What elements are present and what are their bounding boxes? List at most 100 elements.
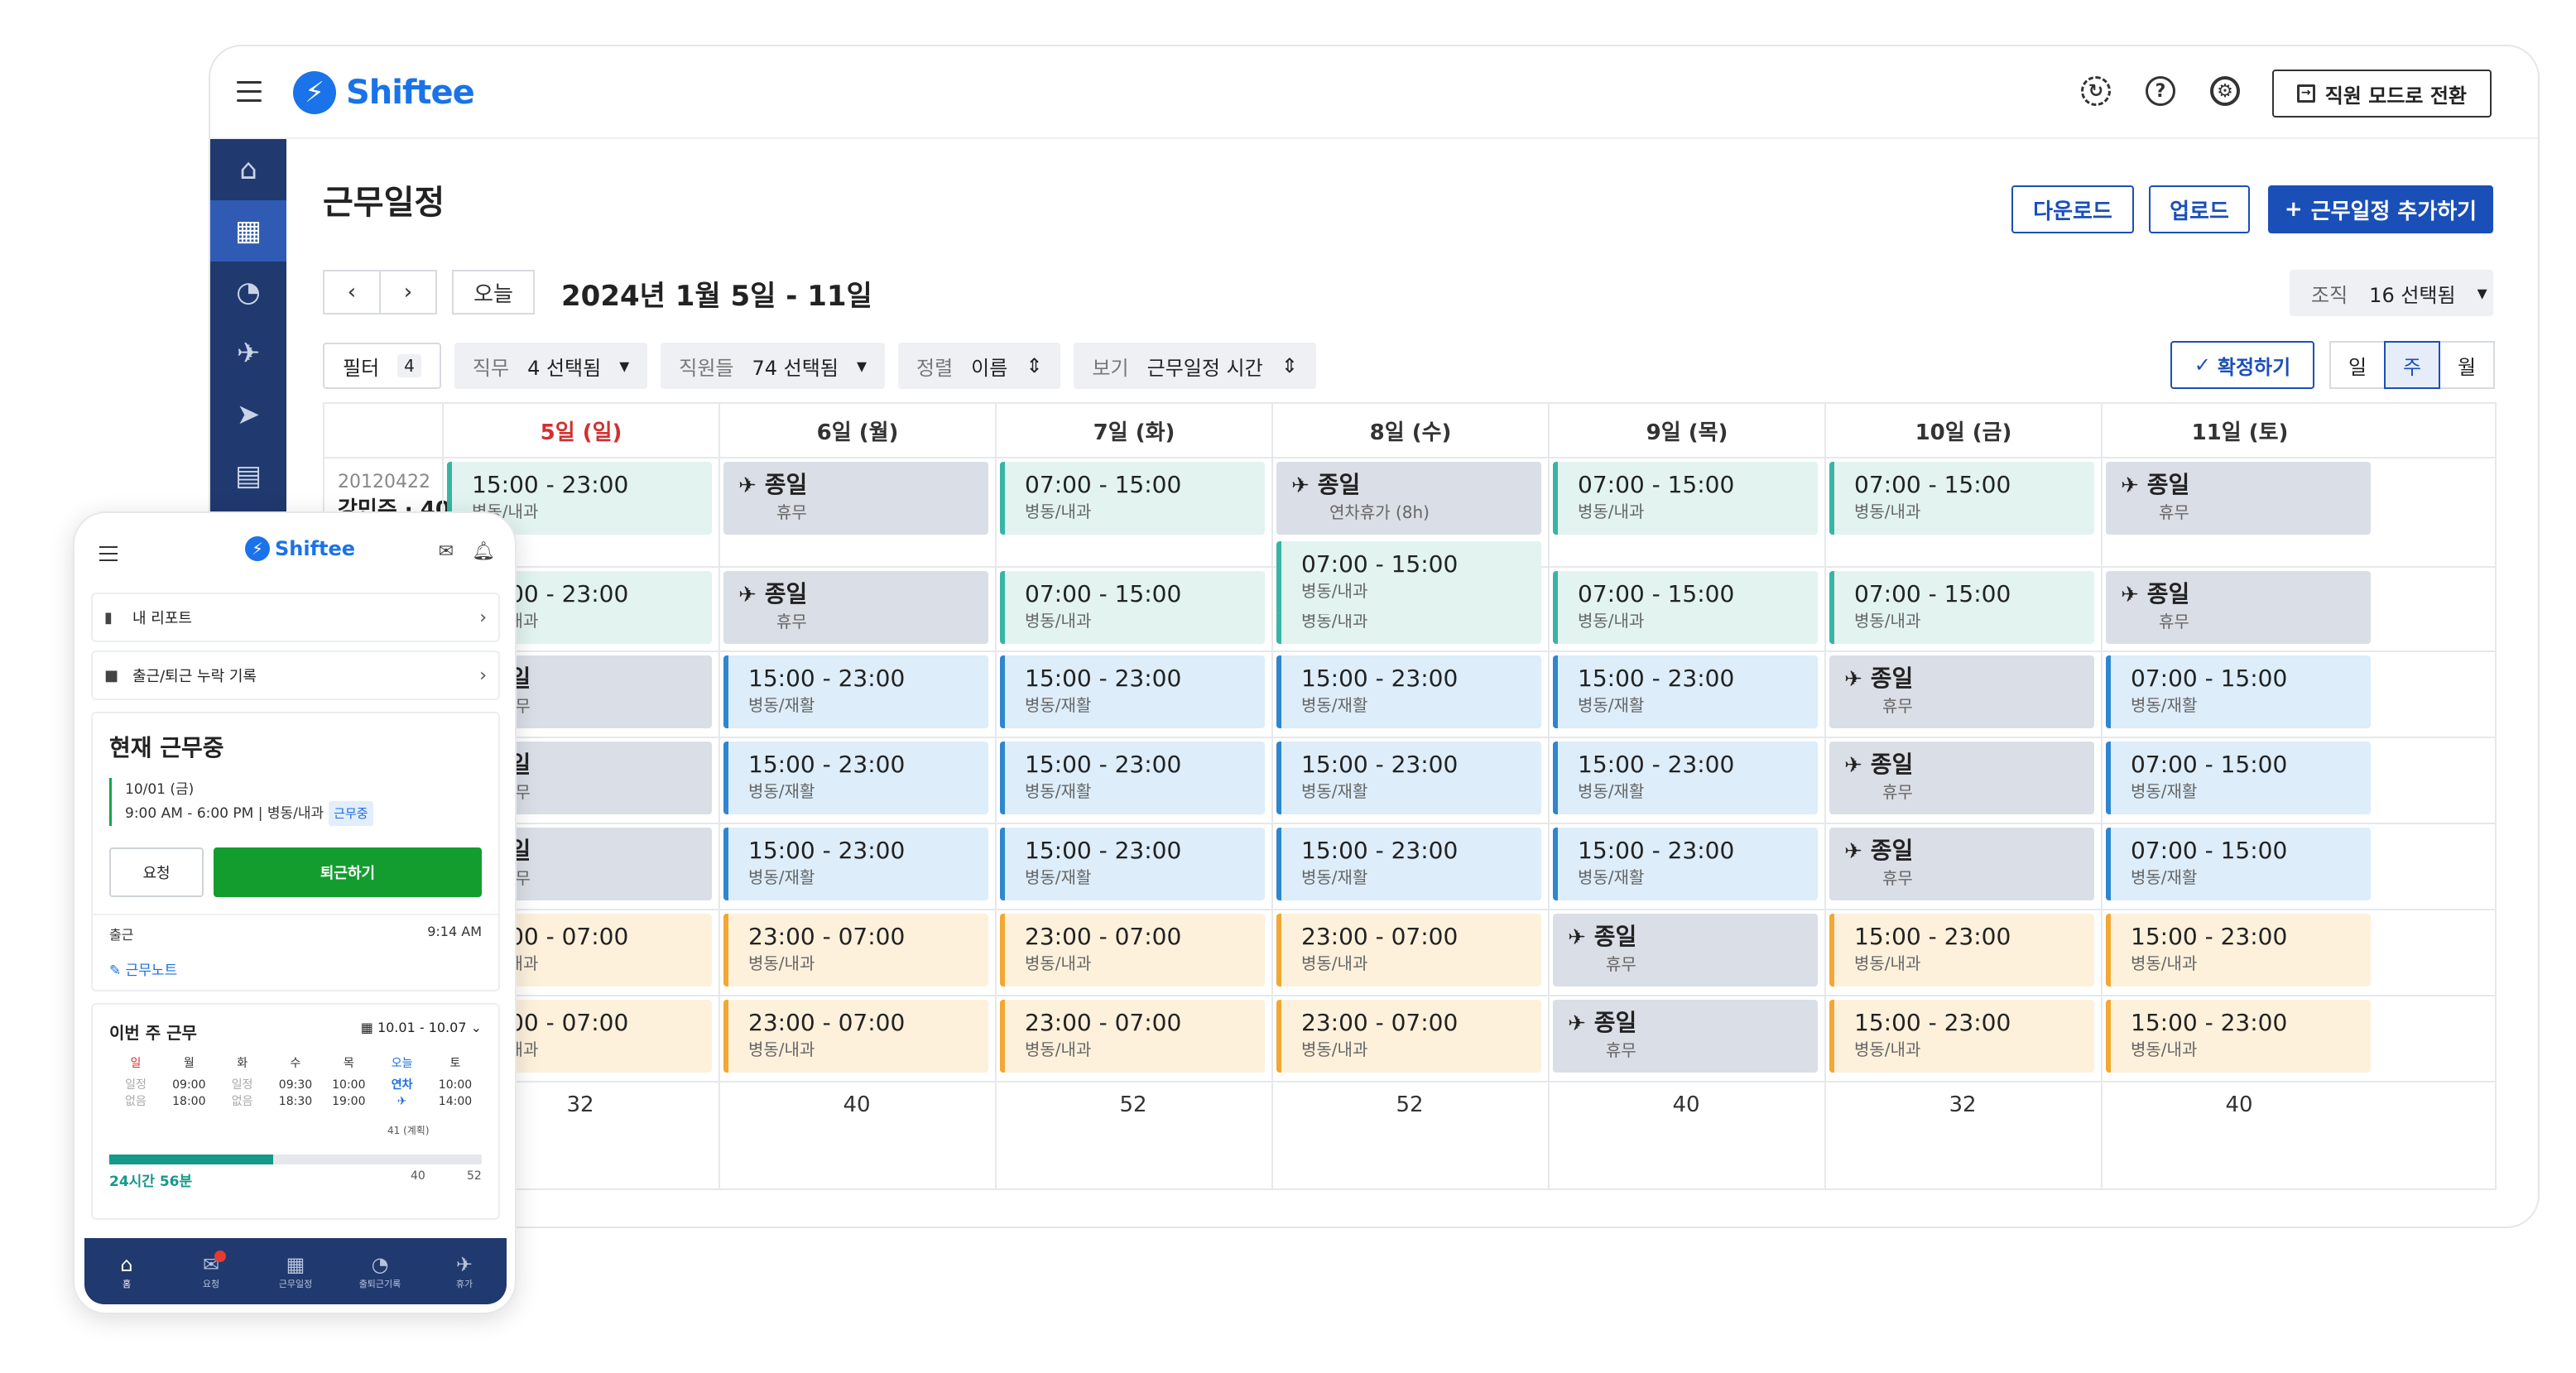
- shift-card[interactable]: 15:00 - 23:00 병동/재활: [723, 655, 988, 728]
- shift-card[interactable]: ✈종일휴무: [1553, 914, 1818, 987]
- week-day-end: 18:30: [278, 1095, 313, 1108]
- shift-card[interactable]: 15:00 - 23:00 병동/재활: [723, 742, 988, 814]
- my-report-card[interactable]: ▮ 내 리포트 ›: [91, 593, 500, 642]
- prev-week-button[interactable]: ‹: [323, 270, 381, 314]
- shift-card[interactable]: ✈ 종일 연차휴가 (8h): [1276, 462, 1541, 535]
- menu-icon[interactable]: [99, 546, 118, 566]
- shift-card[interactable]: 07:00 - 15:00 병동/내과: [1000, 462, 1265, 535]
- filter-button[interactable]: 필터 4: [323, 343, 441, 389]
- view-select[interactable]: 보기 근무일정 시간 ⇕: [1074, 343, 1316, 389]
- shift-card[interactable]: 07:00 - 15:00 병동/재활: [2106, 828, 2371, 900]
- shift-card[interactable]: 23:00 - 07:00 병동/내과: [1276, 914, 1541, 987]
- switch-icon: →: [2296, 84, 2315, 103]
- gear-icon[interactable]: ⚙: [2210, 76, 2240, 106]
- shift-card[interactable]: 15:00 - 23:00 병동/내과: [1829, 914, 2094, 987]
- shift-card[interactable]: 07:00 - 15:00 병동/내과: [1829, 462, 2094, 535]
- shift-card[interactable]: 23:00 - 07:00 병동/내과: [1276, 1000, 1541, 1073]
- shift-card[interactable]: 15:00 - 23:00 병동/재활: [1553, 828, 1818, 900]
- shift-card[interactable]: 07:00 - 15:00 병동/내과: [1829, 571, 2094, 644]
- sidebar-report-icon[interactable]: ▤: [210, 445, 286, 506]
- shift-card[interactable]: 07:00 - 15:00 병동/재활: [2106, 655, 2371, 728]
- shift-card[interactable]: ✈종일휴무: [2106, 462, 2371, 535]
- sidebar-clock-icon[interactable]: ◔: [210, 262, 286, 323]
- shift-unit: 병동/내과: [1854, 611, 1921, 631]
- nav-item-0[interactable]: ⌂ 홈: [94, 1252, 160, 1290]
- app-logo[interactable]: ⚡ Shiftee: [293, 71, 475, 114]
- shift-card[interactable]: 15:00 - 23:00 병동/내과: [2106, 914, 2371, 987]
- shift-card[interactable]: 23:00 - 07:00 병동/내과: [723, 1000, 988, 1073]
- week-day-name: 토: [449, 1057, 461, 1070]
- add-schedule-button[interactable]: + 근무일정 추가하기: [2268, 185, 2493, 233]
- menu-icon[interactable]: [237, 81, 262, 103]
- shift-card[interactable]: 15:00 - 23:00 병동/재활: [1276, 655, 1541, 728]
- switch-mode-button[interactable]: → 직원 모드로 전환: [2271, 70, 2492, 118]
- shift-card[interactable]: 07:00 - 15:00 병동/내과: [1553, 571, 1818, 644]
- shift-card[interactable]: ✈종일휴무: [1553, 1000, 1818, 1073]
- missing-record-card[interactable]: ■ 출근/퇴근 누락 기록 ›: [91, 650, 500, 700]
- help-icon[interactable]: ?: [2146, 76, 2175, 106]
- view-mode-1[interactable]: 주: [2384, 341, 2440, 389]
- week-range-select[interactable]: ▦ 10.01 - 10.07 ⌄: [361, 1020, 482, 1044]
- nav-item-4[interactable]: ✈ 휴가: [431, 1252, 497, 1290]
- week-day-start: 09:00: [172, 1078, 206, 1092]
- sidebar-calendar-icon[interactable]: ▦: [210, 200, 286, 262]
- shift-unit: 병동/재활: [1578, 781, 1645, 801]
- shift-card[interactable]: 15:00 - 23:00 병동/재활: [1000, 742, 1265, 814]
- shift-card[interactable]: 15:00 - 23:00 병동/내과: [1829, 1000, 2094, 1073]
- shift-card[interactable]: ✈종일휴무: [723, 571, 988, 644]
- shift-card[interactable]: ✈종일휴무: [723, 462, 988, 535]
- week-day-start: 09:30: [278, 1078, 313, 1092]
- refresh-icon[interactable]: ↻: [2081, 76, 2111, 106]
- job-select[interactable]: 직무 4 선택됨 ▾: [454, 343, 648, 389]
- worked-hours: 24시간 56분: [109, 1174, 193, 1190]
- shift-unit: 병동/내과: [1578, 611, 1645, 631]
- shift-card[interactable]: 15:00 - 23:00 병동/재활: [1000, 655, 1265, 728]
- shift-card[interactable]: 15:00 - 23:00 병동/재활: [723, 828, 988, 900]
- shift-card[interactable]: 07:00 - 15:00 병동/내과: [1000, 571, 1265, 644]
- nav-item-1[interactable]: ✉ 요청: [178, 1251, 244, 1290]
- shift-card[interactable]: ✈종일휴무: [2106, 571, 2371, 644]
- chat-icon[interactable]: ✉: [439, 541, 454, 562]
- shift-card[interactable]: ✈종일휴무: [1829, 742, 2094, 814]
- shift-card[interactable]: 23:00 - 07:00 병동/내과: [1000, 1000, 1265, 1073]
- view-label: 보기: [1092, 356, 1129, 380]
- grid-column-line: [718, 404, 720, 1188]
- shift-card[interactable]: 23:00 - 07:00 병동/내과: [1000, 914, 1265, 987]
- shift-card[interactable]: ✈종일휴무: [1829, 655, 2094, 728]
- next-week-button[interactable]: ›: [379, 270, 437, 314]
- view-mode-2[interactable]: 월: [2439, 341, 2495, 389]
- download-button[interactable]: 다운로드: [2011, 185, 2134, 233]
- sidebar-home-icon[interactable]: ⌂: [210, 139, 286, 200]
- nav-item-3[interactable]: ◔ 출퇴근기록: [347, 1252, 413, 1290]
- confirm-button[interactable]: ✓ 확정하기: [2170, 341, 2314, 389]
- briefcase-icon: ■: [104, 666, 119, 684]
- request-button[interactable]: 요청: [109, 847, 204, 897]
- shift-card[interactable]: 23:00 - 07:00 병동/내과: [723, 914, 988, 987]
- staff-select[interactable]: 직원들 74 선택됨 ▾: [661, 343, 885, 389]
- shift-card[interactable]: 15:00 - 23:00 병동/재활: [1553, 655, 1818, 728]
- shift-card[interactable]: ✈종일휴무: [1829, 828, 2094, 900]
- shift-card[interactable]: 15:00 - 23:00 병동/재활: [1553, 742, 1818, 814]
- week-day-name: 오늘: [391, 1057, 413, 1070]
- shift-card[interactable]: 15:00 - 23:00 병동/재활: [1276, 828, 1541, 900]
- shift-card[interactable]: 15:00 - 23:00 병동/재활: [1276, 742, 1541, 814]
- org-select[interactable]: 조직 16 선택됨 ▾: [2290, 270, 2493, 316]
- shift-card[interactable]: 07:00 - 15:00 병동/재활: [2106, 742, 2371, 814]
- view-mode-0[interactable]: 일: [2329, 341, 2386, 389]
- sidebar-send-icon[interactable]: ➤: [210, 384, 286, 445]
- nav-item-2[interactable]: ▦ 근무일정: [262, 1252, 329, 1290]
- upload-button[interactable]: 업로드: [2149, 185, 2250, 233]
- sort-select[interactable]: 정렬 이름 ⇕: [897, 343, 1061, 389]
- calendar-icon: ▦: [360, 1020, 377, 1035]
- filter-label: 필터: [343, 356, 380, 380]
- shift-card[interactable]: 07:00 - 15:00 병동/내과: [1553, 462, 1818, 535]
- work-note-link[interactable]: ✎ 근무노트: [109, 958, 482, 979]
- today-button[interactable]: 오늘: [452, 270, 535, 314]
- shift-card[interactable]: 07:00 - 15:00 병동/내과: [1276, 541, 1541, 614]
- sidebar-plane-icon[interactable]: ✈: [210, 323, 286, 384]
- nav-label: 휴가: [455, 1279, 473, 1289]
- bell-icon[interactable]: 🔔︎: [472, 541, 495, 562]
- shift-card[interactable]: 15:00 - 23:00 병동/내과: [2106, 1000, 2371, 1073]
- shift-card[interactable]: 15:00 - 23:00 병동/재활: [1000, 828, 1265, 900]
- clock-out-button[interactable]: 퇴근하기: [214, 847, 482, 897]
